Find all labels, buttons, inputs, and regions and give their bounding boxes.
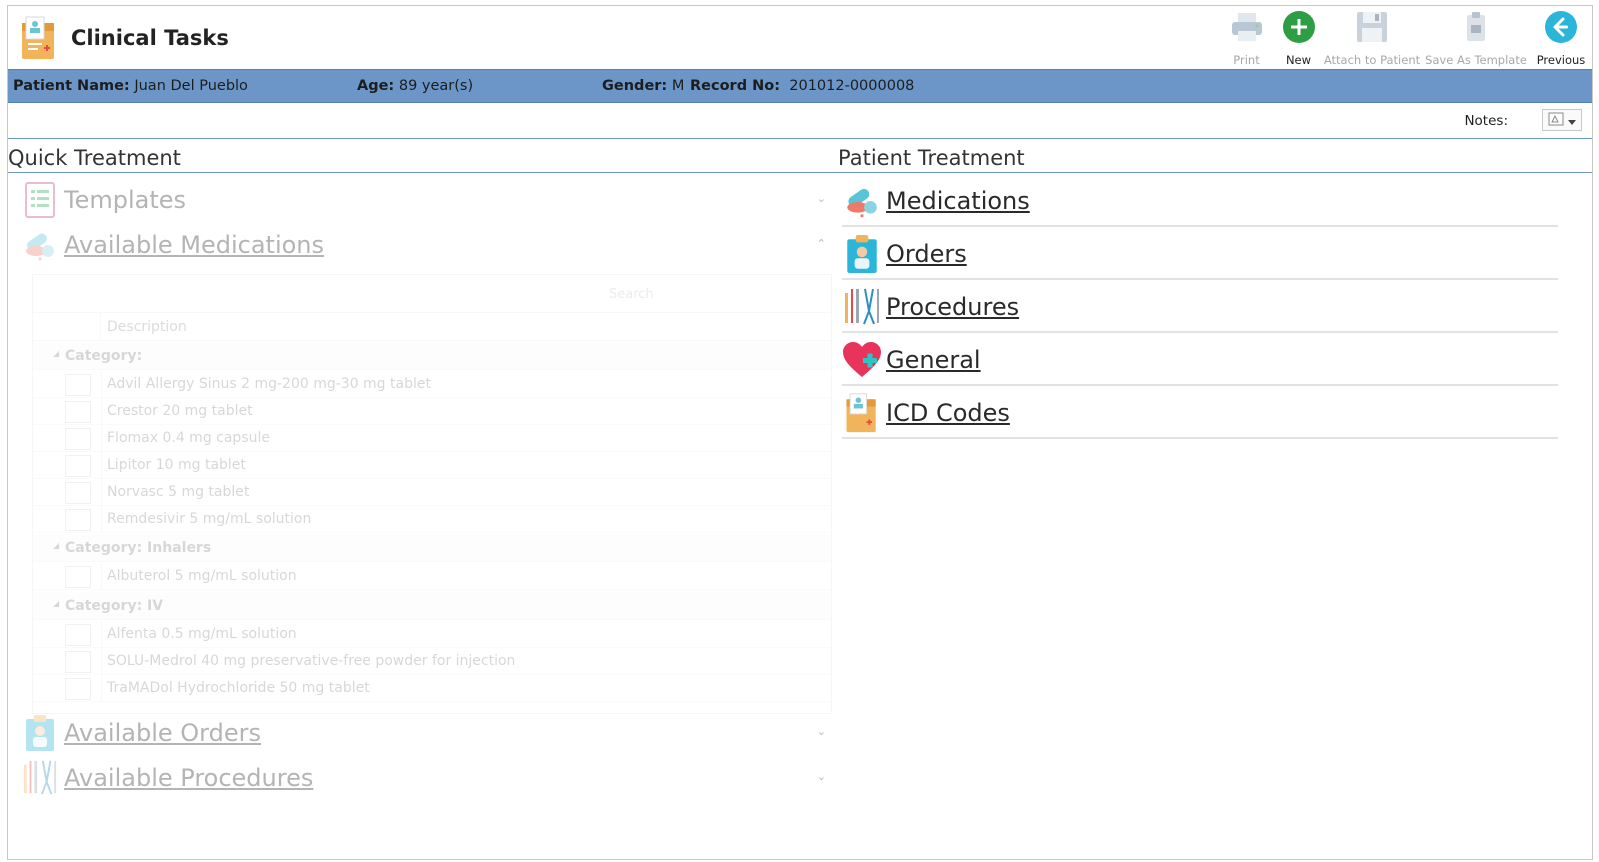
plus-circle-icon — [1282, 10, 1316, 44]
arrow-left-circle-icon — [1544, 10, 1578, 44]
table-row[interactable]: Alfenta 0.5 mg/mL solution — [33, 621, 831, 648]
collapse-triangle-icon: ◢ — [53, 541, 60, 550]
row-checkbox[interactable] — [65, 428, 91, 450]
medications-search-row[interactable]: Search — [33, 275, 831, 313]
previous-button[interactable]: Previous — [1530, 6, 1592, 70]
list-document-icon — [22, 182, 58, 218]
general-link[interactable]: General — [842, 335, 1558, 386]
available-medications-link[interactable]: Available Medications — [64, 231, 324, 259]
save-as-template-button[interactable]: Save As Template — [1422, 6, 1530, 70]
chevron-down-icon — [1568, 111, 1576, 130]
chevron-down-icon: ⌄ — [816, 770, 826, 783]
clinical-tasks-window: Clinical Tasks Print New Attach to Patie… — [7, 5, 1593, 860]
patient-treatment-panel: Medications Orders Procedures General IC… — [842, 174, 1562, 454]
orders-link[interactable]: Orders — [842, 229, 1558, 280]
grid-header: Description — [33, 313, 831, 341]
row-checkbox[interactable] — [65, 509, 91, 531]
collapse-triangle-icon: ◢ — [53, 599, 60, 608]
table-row[interactable]: Flomax 0.4 mg capsule — [33, 425, 831, 452]
category-row[interactable]: ◢ Category: — [33, 342, 831, 370]
pills-icon — [22, 227, 58, 263]
page-title: Clinical Tasks — [71, 26, 229, 50]
surgical-tools-icon — [842, 287, 882, 327]
table-row[interactable]: TraMADol Hydrochloride 50 mg tablet — [33, 675, 831, 702]
available-procedures-link[interactable]: Available Procedures — [64, 764, 313, 792]
medications-link[interactable]: Medications — [842, 176, 1558, 227]
icd-codes-link[interactable]: ICD Codes — [842, 388, 1558, 439]
patient-file-icon — [20, 15, 58, 61]
templates-section[interactable]: Templates ⌄ — [22, 180, 832, 220]
row-checkbox[interactable] — [65, 651, 91, 673]
category-row[interactable]: ◢ Category: IV — [33, 592, 831, 620]
select-column-header — [33, 313, 101, 341]
procedures-link[interactable]: Procedures — [842, 282, 1558, 333]
description-column-header[interactable]: Description — [107, 319, 187, 335]
row-checkbox[interactable] — [65, 678, 91, 700]
table-row[interactable]: Norvasc 5 mg tablet — [33, 479, 831, 506]
available-medications-section[interactable]: Available Medications ⌃ — [22, 225, 832, 265]
patient-name: Patient Name: Juan Del Pueblo — [13, 78, 248, 94]
clipboard-doctor-icon — [842, 234, 882, 274]
medications-grid: Search Description ◢ Category: Advil All… — [32, 274, 832, 714]
heart-plus-icon — [842, 340, 882, 380]
notes-document-icon — [1548, 111, 1564, 130]
new-button[interactable]: New — [1275, 6, 1322, 70]
chevron-up-icon: ⌃ — [816, 237, 826, 250]
printer-icon — [1230, 10, 1264, 44]
chevron-down-icon: ⌄ — [816, 192, 826, 205]
patient-gender: Gender: M — [602, 78, 685, 94]
collapse-triangle-icon: ◢ — [53, 349, 60, 358]
category-row[interactable]: ◢ Category: Inhalers — [33, 534, 831, 562]
chevron-down-icon: ⌄ — [816, 725, 826, 738]
table-row[interactable]: Advil Allergy Sinus 2 mg-200 mg-30 mg ta… — [33, 371, 831, 398]
row-checkbox[interactable] — [65, 401, 91, 423]
row-checkbox[interactable] — [65, 374, 91, 396]
patient-record-no: Record No: 201012-0000008 — [690, 78, 915, 94]
available-orders-section[interactable]: Available Orders ⌄ — [22, 713, 832, 753]
search-input[interactable]: Search — [609, 287, 654, 302]
available-orders-link[interactable]: Available Orders — [64, 719, 261, 747]
notes-label: Notes: — [1464, 113, 1508, 129]
notes-dropdown[interactable] — [1542, 109, 1582, 131]
surgical-tools-icon — [22, 760, 58, 796]
table-row[interactable]: Albuterol 5 mg/mL solution — [33, 563, 831, 590]
header: Clinical Tasks Print New Attach to Patie… — [8, 6, 1592, 70]
pills-icon — [842, 181, 882, 221]
save-disk-icon — [1355, 10, 1389, 44]
clipboard-doctor-icon — [22, 715, 58, 751]
row-checkbox[interactable] — [65, 455, 91, 477]
notes-row: Notes: — [8, 103, 1592, 139]
toolbar: Print New Attach to Patient Save As Temp… — [1218, 6, 1592, 70]
templates-label: Templates — [64, 186, 187, 214]
row-checkbox[interactable] — [65, 624, 91, 646]
table-row[interactable]: Remdesivir 5 mg/mL solution — [33, 506, 831, 533]
attach-to-patient-button[interactable]: Attach to Patient — [1322, 6, 1422, 70]
section-divider — [8, 172, 1592, 173]
quick-treatment-panel: Templates ⌄ Available Medications ⌃ Sear… — [8, 174, 838, 854]
row-checkbox[interactable] — [65, 566, 91, 588]
patient-file-icon — [842, 392, 882, 433]
available-procedures-section[interactable]: Available Procedures ⌄ — [22, 758, 832, 798]
table-row[interactable]: SOLU-Medrol 40 mg preservative-free powd… — [33, 648, 831, 675]
patient-info-bar: Patient Name: Juan Del Pueblo Age: 89 ye… — [8, 69, 1592, 103]
template-clipboard-icon — [1459, 10, 1493, 44]
table-row[interactable]: Crestor 20 mg tablet — [33, 398, 831, 425]
table-row[interactable]: Lipitor 10 mg tablet — [33, 452, 831, 479]
row-checkbox[interactable] — [65, 482, 91, 504]
patient-treatment-title: Patient Treatment — [838, 146, 1025, 170]
patient-age: Age: 89 year(s) — [357, 78, 474, 94]
print-button[interactable]: Print — [1218, 6, 1275, 70]
quick-treatment-title: Quick Treatment — [8, 146, 181, 170]
